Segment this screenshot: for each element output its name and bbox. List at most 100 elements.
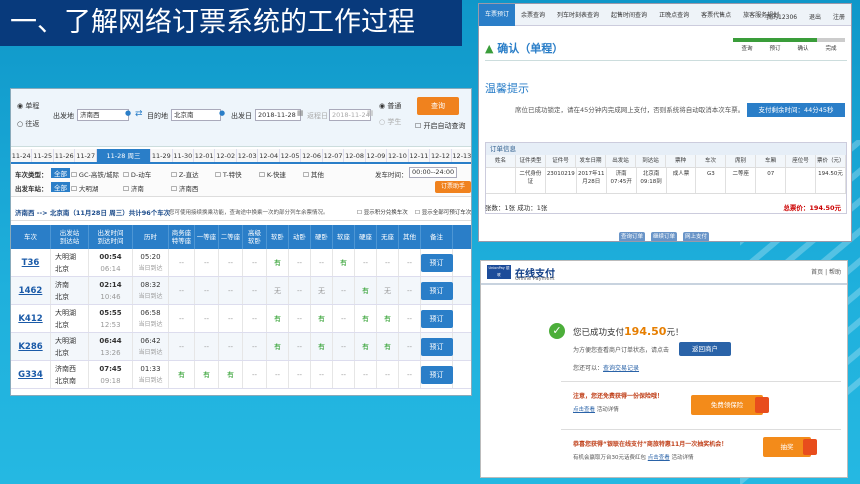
train-number-link[interactable]: K412 (18, 313, 42, 325)
arrive-time: 06:14 (100, 264, 121, 273)
lottery-button[interactable]: 抽奖 (763, 437, 817, 457)
train-number-link[interactable]: 1462 (19, 285, 43, 297)
seat-cell: -- (219, 277, 243, 304)
depart-time-select[interactable]: 00:00--24:00 (409, 167, 457, 178)
date-tab[interactable]: 11-30 (173, 149, 195, 162)
station-cell: 济南西 北京南 (51, 361, 89, 388)
book-button[interactable]: 预订 (420, 365, 453, 384)
insurance-detail-link[interactable]: 点击查看 (573, 407, 595, 413)
date-tab[interactable]: 11-24 (11, 149, 33, 162)
seat-cell: -- (289, 249, 311, 276)
swap-icon[interactable]: ⇄ (135, 109, 143, 119)
date-tab[interactable]: 11-28 周三 (96, 149, 152, 162)
book-button[interactable]: 预订 (420, 309, 453, 328)
query-button[interactable]: 查询 (417, 97, 459, 115)
date-tab[interactable]: 12-02 (215, 149, 237, 162)
nav-item[interactable]: 正晚点查询 (653, 10, 695, 19)
trip-round-radio[interactable]: ○ 往返 (17, 119, 39, 129)
calendar-icon[interactable]: ▦ (297, 109, 304, 117)
query-order-button[interactable]: 查询订单 (619, 232, 645, 241)
return-merchant-button[interactable]: 返回商户 (679, 342, 731, 356)
auto-query-label: 开启自动查询 (423, 122, 466, 130)
station-all-button[interactable]: 全部 (51, 182, 70, 192)
seat-cell: -- (243, 277, 267, 304)
seat-cell: -- (399, 277, 421, 304)
my-account-link[interactable]: 我的12306 (766, 14, 797, 21)
date-tab[interactable]: 12-06 (301, 149, 323, 162)
date-tab[interactable]: 11-27 (75, 149, 97, 162)
date-tab[interactable]: 12-10 (387, 149, 409, 162)
ticket-search-window: ◉ 单程 ○ 往返 出发地 济南西 ● ⇄ 目的地 北京南 ● 出发日 2018… (10, 88, 472, 396)
seat-cell: -- (311, 361, 333, 388)
duration-cell: 08:32 当日到达 (133, 277, 169, 304)
seat-cell: 无 (267, 277, 289, 304)
table-header-cell: 软座 (333, 225, 355, 249)
date-tab[interactable]: 11-26 (54, 149, 76, 162)
show-all-checkbox[interactable]: ☐ 显示全部可预订车次 (415, 205, 471, 221)
auto-query-checkbox[interactable]: ☐ 开启自动查询 (415, 121, 466, 131)
filter-all-button[interactable]: 全部 (51, 168, 70, 178)
date-tab[interactable]: 12-12 (430, 149, 452, 162)
train-number-link[interactable]: K286 (18, 341, 42, 353)
filter-t-checkbox[interactable]: ☐ T-特快 (215, 169, 242, 179)
date-tab[interactable]: 12-04 (258, 149, 280, 162)
calendar-icon[interactable]: ▦ (367, 109, 374, 117)
filter-z-checkbox[interactable]: ☐ Z-直达 (171, 169, 199, 179)
order-helper-button[interactable]: 订票助手 (435, 181, 471, 193)
date-tab[interactable]: 12-05 (280, 149, 302, 162)
date-tab[interactable]: 11-25 (32, 149, 54, 162)
show-points-checkbox[interactable]: ☐ 显示积分兑换车次 (357, 205, 408, 221)
station-cell: 大明湖 北京 (51, 249, 89, 276)
date-tab[interactable]: 12-08 (344, 149, 366, 162)
filter-k-checkbox[interactable]: ☐ K-快速 (259, 169, 286, 179)
table-header-cell: 二等座 (219, 225, 243, 249)
filter-d-checkbox[interactable]: ☐ D-动车 (123, 169, 151, 179)
transaction-record-link[interactable]: 查询交易记录 (603, 365, 639, 372)
train-number-link[interactable]: G334 (18, 369, 43, 381)
date-tab[interactable]: 12-13 (452, 149, 471, 162)
step-bar (817, 38, 845, 42)
filter-gc-checkbox[interactable]: ☐ GC-高铁/城际 (71, 169, 119, 179)
insurance-note: 注意，您还免费获得一份保险哦！ (573, 393, 664, 400)
book-button[interactable]: 预订 (420, 337, 453, 356)
nav-item[interactable]: 客票代售点 (695, 10, 737, 19)
logout-link[interactable]: 退出 (809, 14, 821, 21)
date-tab[interactable]: 12-11 (409, 149, 431, 162)
book-button[interactable]: 预订 (420, 281, 453, 300)
station-1-checkbox[interactable]: ☐ 大明湖 (71, 183, 98, 193)
nav-item[interactable]: 余票查询 (515, 10, 551, 19)
depart-time: 07:45 (99, 364, 122, 373)
nav-item[interactable]: 车票预订 (479, 4, 516, 26)
seat-cell: -- (355, 249, 377, 276)
date-tab[interactable]: 12-07 (323, 149, 345, 162)
trip-oneway-radio[interactable]: ◉ 单程 (17, 101, 39, 111)
duration-cell: 06:58 当日到达 (133, 305, 169, 332)
date-tab[interactable]: 12-03 (237, 149, 259, 162)
header-links[interactable]: 首页 | 帮助 (811, 267, 841, 276)
from-label: 出发地 (53, 112, 74, 120)
continue-order-button[interactable]: 继续订单 (651, 232, 677, 241)
type-normal-radio[interactable]: ◉ 普通 (379, 101, 401, 111)
from-input[interactable]: 济南西 (77, 109, 129, 121)
nav-item[interactable]: 起售时间查询 (605, 10, 653, 19)
nav-item[interactable]: 列车时刻表查询 (551, 10, 605, 19)
seat-cell: 有 (195, 361, 219, 388)
station-2-checkbox[interactable]: ☐ 济南 (123, 183, 144, 193)
seat-cell: -- (243, 249, 267, 276)
date-tab[interactable]: 11-29 (151, 149, 173, 162)
online-pay-button[interactable]: 网上支付 (683, 232, 709, 241)
to-input[interactable]: 北京南 (171, 109, 221, 121)
type-student-radio[interactable]: ○ 学生 (379, 117, 401, 127)
book-button[interactable]: 预订 (420, 253, 453, 272)
date-tab[interactable]: 12-01 (194, 149, 216, 162)
depart-date-input[interactable]: 2018-11-28 (255, 109, 301, 121)
lottery-detail-link[interactable]: 点击查看 (648, 455, 670, 461)
date-tab[interactable]: 12-09 (366, 149, 388, 162)
train-number-link[interactable]: T36 (22, 257, 40, 269)
register-link[interactable]: 注册 (833, 14, 845, 21)
free-insurance-button[interactable]: 免费领保险 (691, 395, 769, 415)
seat-cell: 有 (377, 333, 399, 360)
filter-other-checkbox[interactable]: ☐ 其他 (303, 169, 324, 179)
station-3-checkbox[interactable]: ☐ 济南西 (171, 183, 198, 193)
return-date-input[interactable]: 2018-11-24 (329, 109, 371, 121)
